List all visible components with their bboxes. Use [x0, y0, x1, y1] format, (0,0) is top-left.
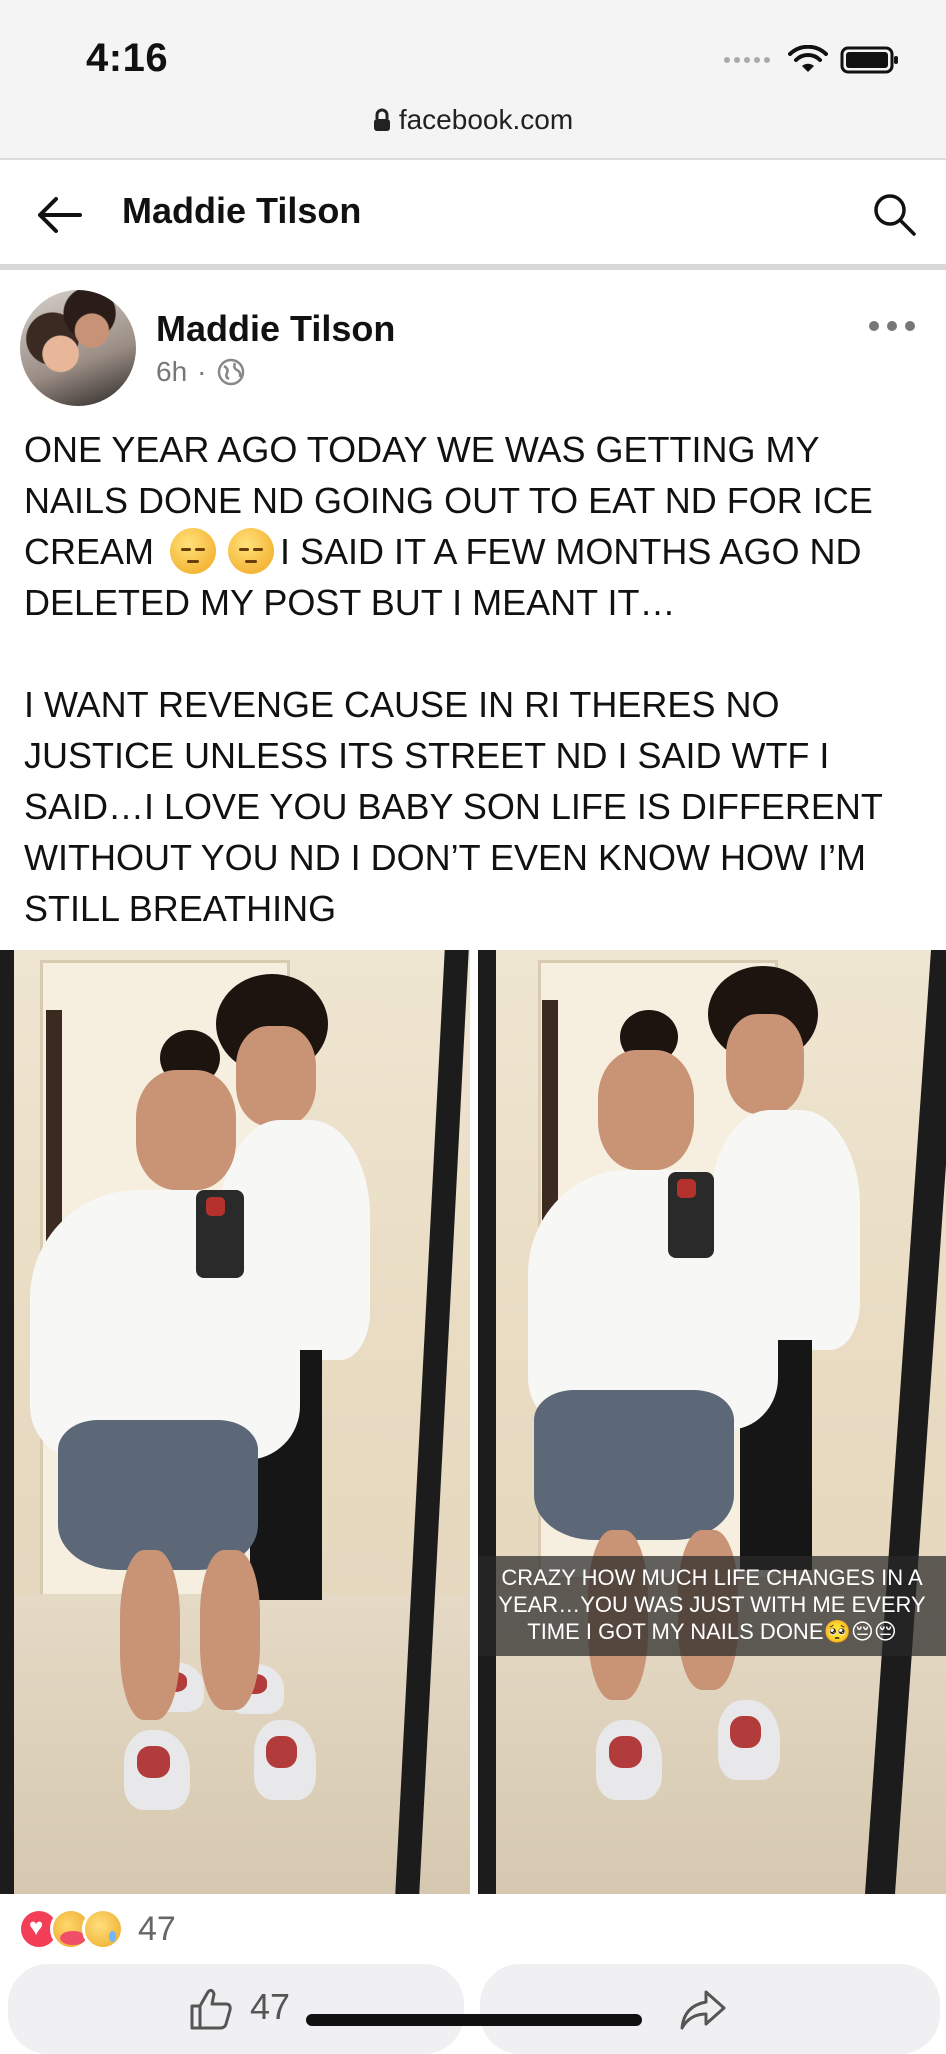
post-paragraph-1: ONE YEAR AGO TODAY WE WAS GETTING MY NAI…	[24, 424, 930, 628]
sneaker	[596, 1720, 662, 1800]
browser-chrome: 4:16 facebook.com	[0, 0, 946, 160]
mirror-frame	[0, 950, 14, 1894]
figure-legs	[200, 1550, 260, 1710]
figure-face	[136, 1070, 236, 1190]
figure-face	[598, 1050, 694, 1170]
battery-icon	[840, 46, 898, 74]
photo-caption: CRAZY HOW MUCH LIFE CHANGES IN A YEAR…YO…	[478, 1556, 946, 1656]
post-paragraph-2: I WANT REVENGE CAUSE IN RI THERES NO JUS…	[24, 684, 883, 929]
like-count: 47	[250, 1986, 291, 2027]
figure-face	[236, 1026, 316, 1126]
pensive-emoji-icon	[228, 528, 275, 574]
more-options-icon[interactable]	[862, 306, 922, 346]
globe-icon	[218, 358, 245, 386]
sneaker	[124, 1730, 190, 1810]
sneaker	[254, 1720, 316, 1800]
figure-face	[726, 1014, 804, 1114]
like-button[interactable]: 47	[8, 1964, 464, 2054]
url-text: facebook.com	[398, 104, 574, 135]
reaction-count: 47	[138, 1909, 176, 1948]
lock-icon	[373, 108, 390, 131]
thumbs-up-icon	[190, 1988, 232, 2030]
post-meta: 6h ·	[156, 356, 246, 388]
sad-reaction-icon	[82, 1908, 124, 1950]
post-author[interactable]: Maddie Tilson	[156, 308, 395, 350]
status-icons	[724, 40, 900, 80]
page-title: Maddie Tilson	[122, 190, 362, 231]
meta-separator: ·	[197, 356, 207, 387]
pensive-emoji-icon	[170, 528, 217, 574]
post-time[interactable]: 6h	[156, 356, 187, 388]
app-header: Maddie Tilson	[0, 160, 946, 270]
figure-legs	[120, 1550, 180, 1720]
figure-shorts	[58, 1420, 258, 1570]
mirror-frame	[478, 950, 496, 1894]
wifi-icon	[788, 45, 828, 72]
avatar[interactable]	[20, 290, 136, 406]
search-icon[interactable]	[870, 190, 918, 238]
post-photo-left[interactable]	[0, 950, 470, 1894]
action-bar: 47	[0, 1960, 946, 2054]
post-photo-right[interactable]: CRAZY HOW MUCH LIFE CHANGES IN A YEAR…YO…	[478, 950, 946, 1894]
signal-icon	[724, 57, 770, 63]
back-arrow-icon[interactable]	[34, 190, 84, 240]
url-bar[interactable]: facebook.com	[0, 104, 946, 136]
post-body: ONE YEAR AGO TODAY WE WAS GETTING MY NAI…	[24, 424, 930, 934]
figure-shorts	[534, 1390, 734, 1540]
reaction-summary[interactable]: 47	[18, 1904, 176, 1954]
share-icon	[680, 1990, 726, 2030]
share-button[interactable]	[480, 1964, 940, 2054]
sneaker	[718, 1700, 780, 1780]
home-indicator[interactable]	[306, 2014, 642, 2026]
phone	[668, 1172, 714, 1258]
phone	[196, 1190, 244, 1278]
status-time: 4:16	[86, 36, 169, 80]
